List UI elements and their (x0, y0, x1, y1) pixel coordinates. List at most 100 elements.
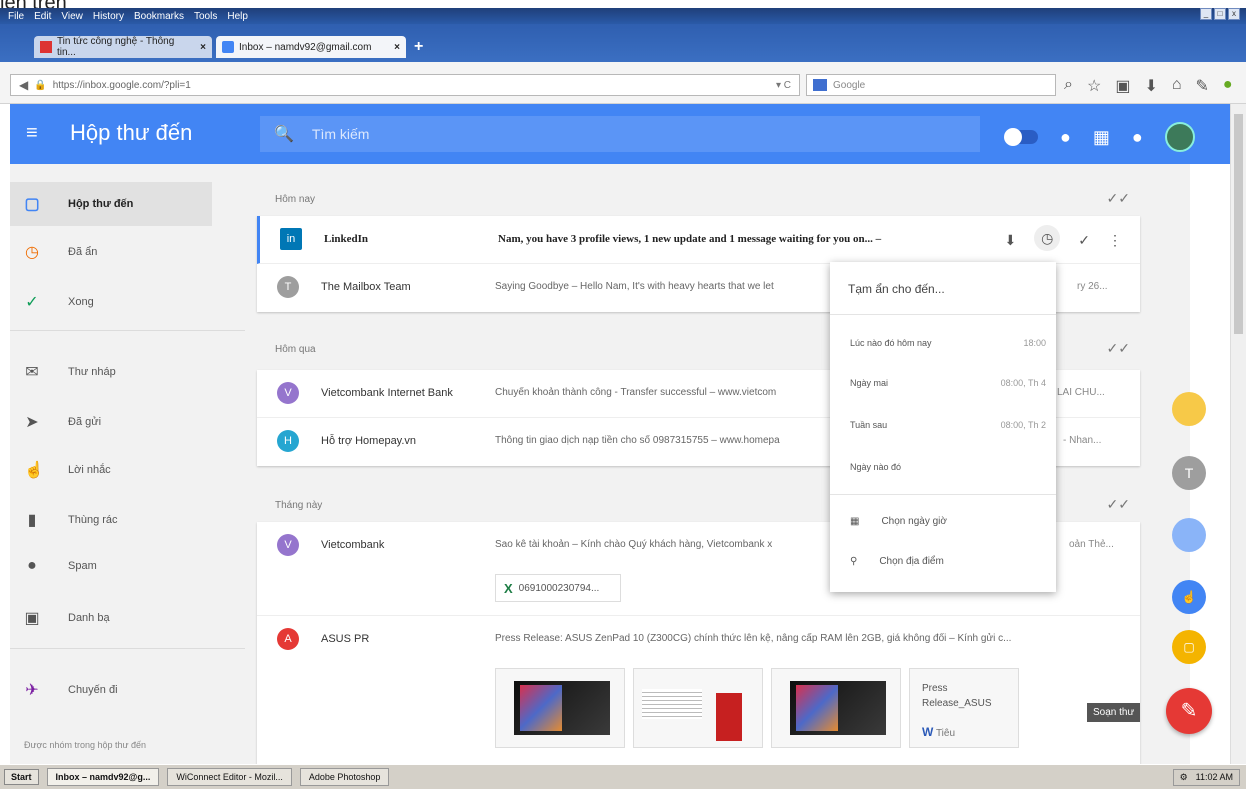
sidebar-item-done[interactable]: ✓ Xong (10, 280, 212, 324)
sidebar-item-inbox[interactable]: ▢ Hộp thư đến (10, 182, 212, 226)
taskbar-item-inbox[interactable]: Inbox – namdv92@g... (46, 768, 160, 786)
menu-bookmarks[interactable]: Bookmarks (134, 11, 184, 22)
email-date: ry 26... (1077, 281, 1108, 292)
menu-history[interactable]: History (93, 11, 124, 22)
menu-help[interactable]: Help (227, 11, 248, 22)
sidebar-item-trash[interactable]: ▮ Thùng rác (10, 498, 212, 542)
sweep-done-icon[interactable]: ✓✓ (1107, 190, 1130, 207)
lock-icon: 🔒 (34, 79, 47, 91)
sidebar-item-trips[interactable]: ✈ Chuyến đi (10, 668, 212, 712)
more-options-icon[interactable]: ⋮ (1108, 232, 1122, 249)
avatar: V (277, 534, 299, 556)
sidebar-item-label: Hộp thư đến (68, 198, 134, 210)
image-attachment[interactable] (633, 668, 763, 748)
main-menu-icon[interactable]: ≡ (26, 122, 38, 145)
email-row-asus[interactable]: A ASUS PR Press Release: ASUS ZenPad 10 … (257, 616, 1140, 766)
taskbar-item-photoshop[interactable]: Adobe Photoshop (299, 768, 390, 786)
search-engine-icon (813, 79, 827, 91)
mark-done-icon[interactable]: ✓ (1078, 232, 1090, 249)
tray-icon[interactable]: ⚙ (1180, 772, 1188, 783)
email-snippet: Press Release: ASUS ZenPad 10 (Z300CG) c… (495, 633, 1012, 644)
browser-search-box[interactable]: Google (806, 74, 1056, 96)
sidebar-item-drafts[interactable]: ✉ Thư nháp (10, 350, 212, 394)
scrollbar-thumb[interactable] (1234, 114, 1243, 334)
snooze-clock-icon[interactable]: ◷ (1034, 225, 1061, 251)
close-window-button[interactable]: x (1228, 8, 1240, 20)
snooze-pick-place[interactable]: ⚲ Chọn địa điểm (850, 556, 944, 567)
close-tab-icon[interactable]: × (394, 42, 400, 53)
sweep-done-icon[interactable]: ✓✓ (1107, 340, 1130, 357)
download-icon[interactable]: ⬇ (1144, 76, 1157, 96)
email-row-linkedin[interactable]: in LinkedIn Nam, you have 3 profile view… (257, 216, 1140, 264)
email-snippet: Saying Goodbye – Hello Nam, It's with he… (495, 281, 774, 292)
compose-button[interactable]: ✎ (1166, 688, 1212, 734)
doc-attachment[interactable]: Press Release_ASUS W Tiêu (909, 668, 1019, 748)
menu-view[interactable]: View (61, 11, 83, 22)
sidebar-item-contacts[interactable]: ▣ Danh bạ (10, 596, 212, 640)
sidebar-item-sent[interactable]: ➤ Đã gửi (10, 400, 212, 444)
window-controls: _ □ x (1200, 8, 1240, 22)
extension-icon[interactable]: ✎ (1196, 76, 1209, 96)
sidebar-item-snoozed[interactable]: ◷ Đã ẩn (10, 230, 212, 274)
minimize-button[interactable]: _ (1200, 8, 1212, 20)
sidebar-item-spam[interactable]: ● Spam (10, 544, 212, 588)
menu-divider (830, 314, 1056, 315)
snooze-later-today[interactable]: Lúc nào đó hôm nay 18:00 (850, 338, 1046, 348)
sidebar-footer: Được nhóm trong hộp thư đến (24, 740, 147, 750)
option-label: Ngày mai (850, 378, 889, 388)
page-title: Hộp thư đến (70, 120, 193, 145)
snooze-someday[interactable]: Ngày nào đó (850, 462, 1046, 472)
email-snippet: Nam, you have 3 profile views, 1 new upd… (498, 233, 882, 245)
sidebar: ▢ Hộp thư đến ◷ Đã ẩn ✓ Xong ✉ Thư nháp … (10, 164, 245, 764)
close-tab-icon[interactable]: × (200, 42, 206, 53)
sidebar-item-label: Đã gửi (68, 416, 102, 428)
search-icon[interactable]: ⌕ (1064, 76, 1073, 96)
snooze-pick-date[interactable]: ▦ Chọn ngày giờ (850, 516, 947, 527)
attachment-chip[interactable]: X 0691000230794... (495, 574, 621, 602)
new-tab-button[interactable]: + (414, 38, 423, 56)
menu-edit[interactable]: Edit (34, 11, 51, 22)
image-attachment[interactable] (495, 668, 625, 748)
snooze-next-week[interactable]: Tuần sau 08:00, Th 2 (850, 420, 1046, 430)
fab-reminder-avatar[interactable] (1172, 392, 1206, 426)
apps-grid-icon[interactable]: ▦ (1093, 127, 1110, 148)
pin-icon[interactable]: ⬇ (1005, 232, 1017, 249)
sidebar-item-reminders[interactable]: ☝ Lời nhắc (10, 448, 212, 492)
bookmark-star-icon[interactable]: ☆ (1087, 76, 1101, 96)
linkedin-logo-icon: in (280, 228, 302, 250)
notifications-icon[interactable]: ● (1132, 127, 1143, 148)
search-input[interactable]: 🔍 Tìm kiếm (260, 116, 980, 152)
email-sender: Vietcombank Internet Bank (321, 387, 453, 399)
menu-tools[interactable]: Tools (194, 11, 217, 22)
maximize-button[interactable]: □ (1214, 8, 1226, 20)
fab-contact-t[interactable]: T (1172, 456, 1206, 490)
fab-note[interactable]: ▢ (1172, 630, 1206, 664)
trash-icon: ▮ (27, 512, 37, 529)
fab-reminder[interactable]: ☝ (1172, 580, 1206, 614)
start-button[interactable]: Start (4, 769, 39, 785)
email-sender: Hỗ trợ Homepay.vn (321, 435, 417, 447)
reminder-bulb-icon[interactable]: ● (1060, 127, 1071, 148)
email-sender: LinkedIn (324, 233, 369, 245)
avatar[interactable] (1164, 122, 1195, 152)
sidebar-item-label: Xong (68, 296, 94, 308)
fab-contact-image[interactable] (1172, 518, 1206, 552)
back-icon[interactable]: ◀ (19, 78, 28, 92)
browser-tab-inbox[interactable]: Inbox – namdv92@gmail.com × (216, 36, 406, 58)
home-icon[interactable]: ⌂ (1172, 76, 1182, 96)
snooze-tomorrow[interactable]: Ngày mai 08:00, Th 4 (850, 378, 1046, 388)
clipboard-icon[interactable]: ▣ (1115, 76, 1130, 96)
search-icon: 🔍 (274, 126, 294, 143)
page-scrollbar[interactable] (1230, 104, 1246, 764)
addon-icon[interactable]: ● (1223, 76, 1233, 96)
pin-toggle[interactable] (1004, 128, 1038, 146)
image-attachment[interactable] (771, 668, 901, 748)
section-yesterday: Hôm qua (275, 344, 316, 355)
menu-file[interactable]: File (8, 11, 24, 22)
sweep-done-icon[interactable]: ✓✓ (1107, 496, 1130, 513)
address-bar[interactable]: ◀ 🔒 https://inbox.google.com/?pli=1 ▾ C (10, 74, 800, 96)
taskbar-item-editor[interactable]: WiConnect Editor - Mozil... (167, 768, 292, 786)
reload-icon[interactable]: ▾ C (776, 80, 791, 91)
attachment-title: Press Release_ASUS (922, 683, 992, 709)
browser-tab-news[interactable]: Tin tức công nghệ - Thông tin... × (34, 36, 212, 58)
